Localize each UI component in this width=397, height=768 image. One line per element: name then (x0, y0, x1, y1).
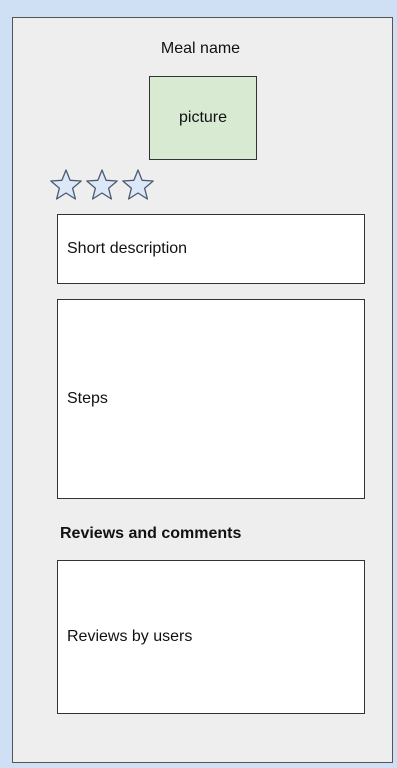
meal-picture: picture (149, 76, 257, 160)
short-description-label: Short description (67, 240, 188, 257)
short-description-box: Short description (57, 214, 365, 284)
star-icon[interactable] (49, 168, 83, 202)
steps-box: Steps (57, 299, 365, 499)
reviews-heading: Reviews and comments (60, 525, 242, 542)
star-icon[interactable] (121, 168, 155, 202)
meal-detail-screen: Meal name picture Short description Step… (12, 17, 393, 763)
meal-picture-label: picture (178, 109, 228, 126)
reviews-box[interactable]: Reviews by users (57, 560, 365, 714)
star-rating[interactable] (49, 168, 155, 202)
reviews-label: Reviews by users (67, 628, 193, 645)
star-icon[interactable] (85, 168, 119, 202)
steps-label: Steps (67, 390, 108, 407)
meal-name-title: Meal name (160, 40, 241, 57)
